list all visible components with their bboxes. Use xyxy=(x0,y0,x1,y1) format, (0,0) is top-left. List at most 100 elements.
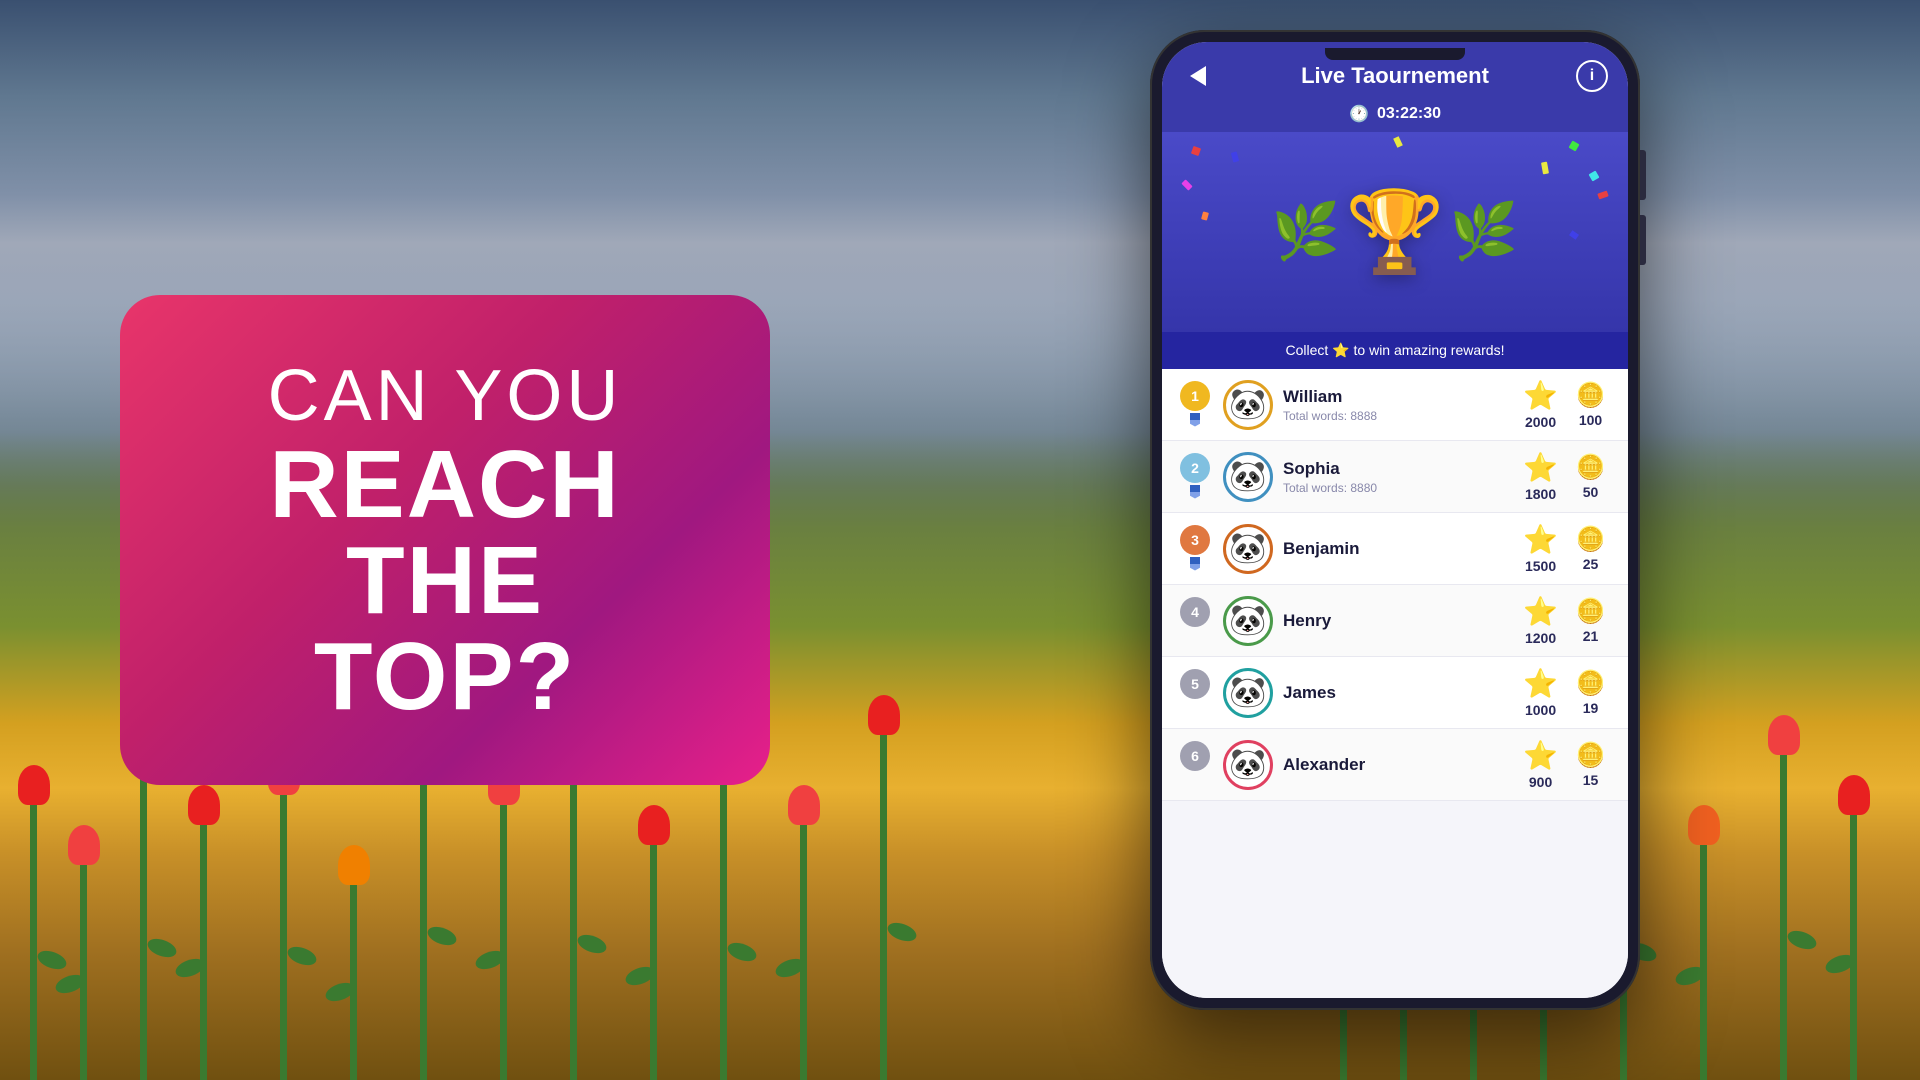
star-count: 2000 xyxy=(1525,414,1556,430)
rank-badge: 5 xyxy=(1177,669,1213,717)
coin-count: 50 xyxy=(1583,484,1599,500)
coin-count: 15 xyxy=(1583,772,1599,788)
coins-section: 🪙 19 xyxy=(1568,669,1613,716)
player-info: James xyxy=(1283,683,1513,703)
confetti-8 xyxy=(1597,190,1608,199)
star-icon: ⭐ xyxy=(1523,451,1558,484)
player-name: William xyxy=(1283,387,1513,407)
player-name: Alexander xyxy=(1283,755,1513,775)
confetti-5 xyxy=(1181,179,1192,190)
coins-section: 🪙 25 xyxy=(1568,525,1613,572)
player-name: James xyxy=(1283,683,1513,703)
star-icon: ⭐ xyxy=(1523,739,1558,772)
player-info: Sophia Total words: 8880 xyxy=(1283,459,1513,495)
volume-button xyxy=(1640,150,1646,200)
confetti-2 xyxy=(1231,151,1239,162)
timer-row: 🕐 03:22:30 xyxy=(1182,96,1608,132)
leaderboard-row: 6 🐼 Alexander ⭐ 900 🪙 15 xyxy=(1162,729,1628,801)
timer-value: 03:22:30 xyxy=(1377,105,1441,123)
stars-section: ⭐ 1200 xyxy=(1523,595,1558,646)
coin-count: 100 xyxy=(1579,412,1602,428)
stars-section: ⭐ 1800 xyxy=(1523,451,1558,502)
stars-section: ⭐ 1500 xyxy=(1523,523,1558,574)
coin-count: 21 xyxy=(1583,628,1599,644)
coin-icon: 🪙 xyxy=(1576,741,1606,770)
confetti-9 xyxy=(1569,230,1579,240)
player-info: William Total words: 8888 xyxy=(1283,387,1513,423)
avatar-icon: 🐼 xyxy=(1223,740,1273,790)
star-icon: ⭐ xyxy=(1523,595,1558,628)
phone-screen: Live Taournement i 🕐 03:22:30 xyxy=(1162,42,1628,998)
star-icon: ⭐ xyxy=(1523,379,1558,412)
rank-badge: 3 xyxy=(1177,525,1213,573)
avatar: 🐼 xyxy=(1223,740,1273,790)
avatar: 🐼 xyxy=(1223,668,1273,718)
phone-device: Live Taournement i 🕐 03:22:30 xyxy=(1150,30,1640,1010)
medal-ribbon xyxy=(1190,557,1200,571)
trophy-group: 🌿 🏆 🌿 xyxy=(1272,185,1519,279)
stars-section: ⭐ 900 xyxy=(1523,739,1558,790)
promo-line1: CAN YOU xyxy=(268,355,623,437)
left-laurel: 🌿 xyxy=(1272,204,1340,259)
coin-icon: 🪙 xyxy=(1576,597,1606,626)
leaderboard-row: 2 🐼 Sophia Total words: 8880 ⭐ 1800 🪙 50 xyxy=(1162,441,1628,513)
rank-number: 5 xyxy=(1180,669,1210,699)
rank-badge: 6 xyxy=(1177,741,1213,789)
back-button[interactable] xyxy=(1182,60,1214,92)
stars-section: ⭐ 1000 xyxy=(1523,667,1558,718)
promo-line2: REACH THE xyxy=(190,437,700,629)
confetti-1 xyxy=(1191,146,1201,156)
app-nav: Live Taournement i xyxy=(1182,60,1608,92)
collect-text: Collect ⭐ to win amazing rewards! xyxy=(1286,342,1505,358)
coin-icon: 🪙 xyxy=(1576,525,1606,554)
info-button[interactable]: i xyxy=(1576,60,1608,92)
trophy-icon: 🏆 xyxy=(1345,185,1445,279)
clock-icon: 🕐 xyxy=(1349,104,1369,124)
leaderboard-row: 5 🐼 James ⭐ 1000 🪙 19 xyxy=(1162,657,1628,729)
star-count: 1000 xyxy=(1525,702,1556,718)
star-icon: ⭐ xyxy=(1523,667,1558,700)
leaderboard-row: 4 🐼 Henry ⭐ 1200 🪙 21 xyxy=(1162,585,1628,657)
promo-card: CAN YOU REACH THE TOP? xyxy=(120,295,770,785)
rank-number: 4 xyxy=(1180,597,1210,627)
leaderboard-row: 3 🐼 Benjamin ⭐ 1500 🪙 25 xyxy=(1162,513,1628,585)
right-laurel: 🌿 xyxy=(1450,204,1518,259)
rank-badge: 4 xyxy=(1177,597,1213,645)
back-arrow-icon xyxy=(1190,66,1206,86)
rank-badge: 1 xyxy=(1177,381,1213,429)
rank-number: 3 xyxy=(1180,525,1210,555)
confetti-6 xyxy=(1589,171,1600,182)
app-title: Live Taournement xyxy=(1301,63,1489,89)
rank-badge: 2 xyxy=(1177,453,1213,501)
star-count: 900 xyxy=(1529,774,1552,790)
coin-icon: 🪙 xyxy=(1576,669,1606,698)
rank-number: 6 xyxy=(1180,741,1210,771)
star-count: 1500 xyxy=(1525,558,1556,574)
confetti-10 xyxy=(1393,136,1403,148)
avatar-icon: 🐼 xyxy=(1223,452,1273,502)
avatar: 🐼 xyxy=(1223,452,1273,502)
avatar-icon: 🐼 xyxy=(1223,380,1273,430)
player-info: Alexander xyxy=(1283,755,1513,775)
confetti-7 xyxy=(1201,211,1209,220)
player-name: Benjamin xyxy=(1283,539,1513,559)
leaderboard-row: 1 🐼 William Total words: 8888 ⭐ 2000 🪙 1… xyxy=(1162,369,1628,441)
player-words: Total words: 8888 xyxy=(1283,409,1513,423)
avatar: 🐼 xyxy=(1223,524,1273,574)
player-words: Total words: 8880 xyxy=(1283,481,1513,495)
stars-section: ⭐ 2000 xyxy=(1523,379,1558,430)
coins-section: 🪙 100 xyxy=(1568,381,1613,428)
star-icon: ⭐ xyxy=(1523,523,1558,556)
coins-section: 🪙 15 xyxy=(1568,741,1613,788)
confetti-4 xyxy=(1541,162,1549,175)
avatar-icon: 🐼 xyxy=(1223,668,1273,718)
leaderboard: 1 🐼 William Total words: 8888 ⭐ 2000 🪙 1… xyxy=(1162,369,1628,998)
avatar-icon: 🐼 xyxy=(1223,524,1273,574)
phone-notch xyxy=(1325,48,1465,60)
coin-icon: 🪙 xyxy=(1576,453,1606,482)
rank-number: 2 xyxy=(1180,453,1210,483)
promo-line3: TOP? xyxy=(314,629,576,725)
star-count: 1800 xyxy=(1525,486,1556,502)
trophy-section: 🌿 🏆 🌿 xyxy=(1162,132,1628,332)
medal-ribbon xyxy=(1190,485,1200,499)
